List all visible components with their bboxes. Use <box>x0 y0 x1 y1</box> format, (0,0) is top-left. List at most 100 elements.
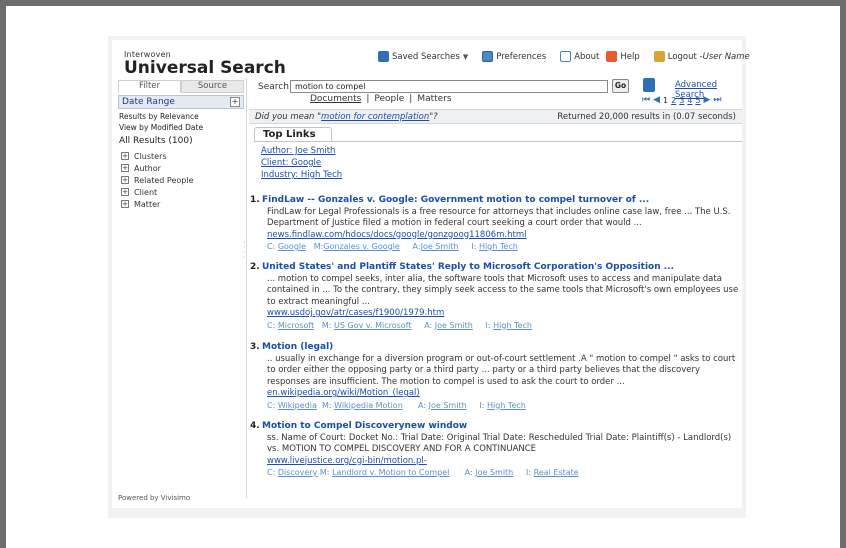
preferences-button[interactable]: Preferences <box>482 51 546 62</box>
window-border-top <box>0 0 846 6</box>
result-item: 2. United States' and Plantiff States' R… <box>250 262 742 332</box>
help-button[interactable]: Help <box>606 51 640 62</box>
about-button[interactable]: About <box>560 51 599 62</box>
help-label: Help <box>620 51 640 62</box>
date-range-label: Date Range <box>122 97 175 107</box>
meta-author-label: A: <box>412 242 421 251</box>
expand-plus-icon[interactable]: + <box>230 97 240 107</box>
meta-matter[interactable]: Wikipedia Motion <box>334 401 403 410</box>
expand-plus-icon[interactable]: + <box>121 176 129 184</box>
result-meta: C: Microsoft M: US Gov v. Microsoft A: J… <box>262 320 742 332</box>
save-search-icon[interactable] <box>643 78 655 92</box>
tree-item-author[interactable]: + Author <box>121 162 194 174</box>
meta-client[interactable]: Microsoft <box>278 321 314 330</box>
result-title[interactable]: United States' and Plantiff States' Repl… <box>262 262 742 274</box>
facet-tree: + Clusters + Author + Related People + Clien… <box>121 150 194 210</box>
page-4[interactable]: 4 <box>687 96 692 105</box>
page-2[interactable]: 2 <box>671 96 676 105</box>
meta-matter[interactable]: Landlord v. Motion to Compel <box>332 468 449 477</box>
meta-industry[interactable]: High Tech <box>479 242 518 251</box>
meta-industry[interactable]: High Tech <box>493 321 532 330</box>
expand-plus-icon[interactable]: + <box>121 200 129 208</box>
results-by-relevance-link[interactable]: Results by Relevance <box>119 112 199 121</box>
result-title[interactable]: Motion to Compel Discoverynew window <box>262 421 742 433</box>
result-meta: C: Google M:Gonzales v. Google A:Joe Smi… <box>262 241 742 253</box>
all-results-heading[interactable]: All Results (100) <box>119 136 193 146</box>
lifebuoy-icon <box>606 51 618 62</box>
meta-industry[interactable]: High Tech <box>487 401 526 410</box>
meta-author[interactable]: Joe Smith <box>475 468 513 477</box>
result-number: 1. <box>250 195 260 205</box>
saved-searches-button[interactable]: Saved Searches ▼ <box>378 51 468 62</box>
preferences-icon <box>482 51 494 62</box>
logout-icon <box>653 51 665 62</box>
top-link-author[interactable]: Author: Joe Smith <box>261 146 335 156</box>
tree-item-clusters[interactable]: + Clusters <box>121 150 194 162</box>
meta-matter[interactable]: US Gov v. Microsoft <box>334 321 411 330</box>
view-by-modified-date-link[interactable]: View by Modified Date <box>119 123 203 132</box>
top-links-tab[interactable]: Top Links <box>254 127 332 142</box>
meta-client[interactable]: Discovery <box>278 468 318 477</box>
result-meta: C: Discovery M: Landlord v. Motion to Co… <box>262 467 742 479</box>
page-3[interactable]: 3 <box>679 96 684 105</box>
preferences-label: Preferences <box>496 51 547 62</box>
did-you-mean-suggestion[interactable]: motion for contemplation <box>321 112 429 122</box>
tab-documents[interactable]: Documents <box>310 94 361 104</box>
result-item: 4. Motion to Compel Discoverynew window … <box>250 421 742 479</box>
next-page-icon[interactable]: ▶ <box>704 95 711 105</box>
expand-plus-icon[interactable]: + <box>121 152 129 160</box>
sidebar-tabs: Filter Source <box>118 80 244 93</box>
tree-item-client[interactable]: + Client <box>121 186 194 198</box>
result-url[interactable]: news.findlaw.com/hdocs/docs/google/gonzg… <box>262 230 742 242</box>
result-item: 1. FindLaw -- Gonzales v. Google: Govern… <box>250 195 742 253</box>
meta-author[interactable]: Joe Smith <box>435 321 473 330</box>
tab-filter[interactable]: Filter <box>118 80 181 93</box>
expand-plus-icon[interactable]: + <box>121 188 129 196</box>
meta-matter[interactable]: Gonzales v. Google <box>323 242 400 251</box>
date-range-filter[interactable]: Date Range + <box>118 95 244 109</box>
app-panel: Interwoven Universal Search Saved Search… <box>112 40 750 508</box>
pane-divider <box>246 78 247 498</box>
result-url[interactable]: www.usdoj.gov/atr/cases/f1900/1979.htm <box>262 308 742 320</box>
result-number: 3. <box>250 342 260 352</box>
result-snippet: .. usually in exchange for a diversion p… <box>267 353 736 387</box>
result-url[interactable]: www.livejustice.org/cgi-bin/motion.pl- <box>262 456 742 468</box>
logo-title: Universal Search <box>124 58 286 78</box>
result-url[interactable]: en.wikipedia.org/wiki/Motion_(legal) <box>262 388 742 400</box>
top-link-industry[interactable]: Industry: High Tech <box>261 170 342 180</box>
result-number: 4. <box>250 421 260 431</box>
meta-author-label: A: <box>424 320 433 330</box>
logout-button[interactable]: Logout - User Name <box>653 51 750 62</box>
tab-source[interactable]: Source <box>181 80 244 93</box>
meta-author[interactable]: Joe Smith <box>429 401 467 410</box>
meta-client[interactable]: Google <box>278 242 306 251</box>
tree-item-matter[interactable]: + Matter <box>121 198 194 210</box>
expand-plus-icon[interactable]: + <box>121 164 129 172</box>
tab-matters[interactable]: Matters <box>417 94 451 104</box>
tab-people[interactable]: People <box>374 94 404 104</box>
meta-author[interactable]: Joe Smith <box>421 242 459 251</box>
prev-page-icon[interactable]: ◀ <box>653 95 660 105</box>
last-page-icon[interactable]: ⏭ <box>713 95 721 105</box>
first-page-icon[interactable]: ⏮ <box>642 95 650 105</box>
result-meta: C: Wikipedia M: Wikipedia Motion A: Joe … <box>262 400 742 412</box>
top-link-client[interactable]: Client: Google <box>261 158 321 168</box>
search-input[interactable]: motion to compel <box>290 80 608 93</box>
result-title[interactable]: Motion (legal) <box>262 342 742 354</box>
go-button[interactable]: Go <box>612 79 629 93</box>
user-name: User Name <box>702 51 750 62</box>
pagination: ⏮ ◀ 1 2 3 4 5 ▶ ⏭ <box>642 95 722 105</box>
result-count: Returned 20,000 results in (0.07 seconds… <box>557 112 736 122</box>
page-5[interactable]: 5 <box>695 96 700 105</box>
search-label: Search: <box>258 82 292 92</box>
meta-matter-label: M: <box>321 400 332 410</box>
powered-by: Powered by Vivisimo <box>118 494 191 502</box>
tree-item-related-people[interactable]: + Related People <box>121 174 194 186</box>
meta-industry[interactable]: Real Estate <box>534 468 579 477</box>
meta-client[interactable]: Wikipedia <box>278 401 317 410</box>
meta-client-label: C: <box>267 320 276 330</box>
result-title[interactable]: FindLaw -- Gonzales v. Google: Governmen… <box>262 195 742 207</box>
chevron-down-icon: ▼ <box>462 52 469 61</box>
resize-grip-icon[interactable]: · · · · <box>243 239 246 262</box>
page-1[interactable]: 1 <box>663 96 668 105</box>
